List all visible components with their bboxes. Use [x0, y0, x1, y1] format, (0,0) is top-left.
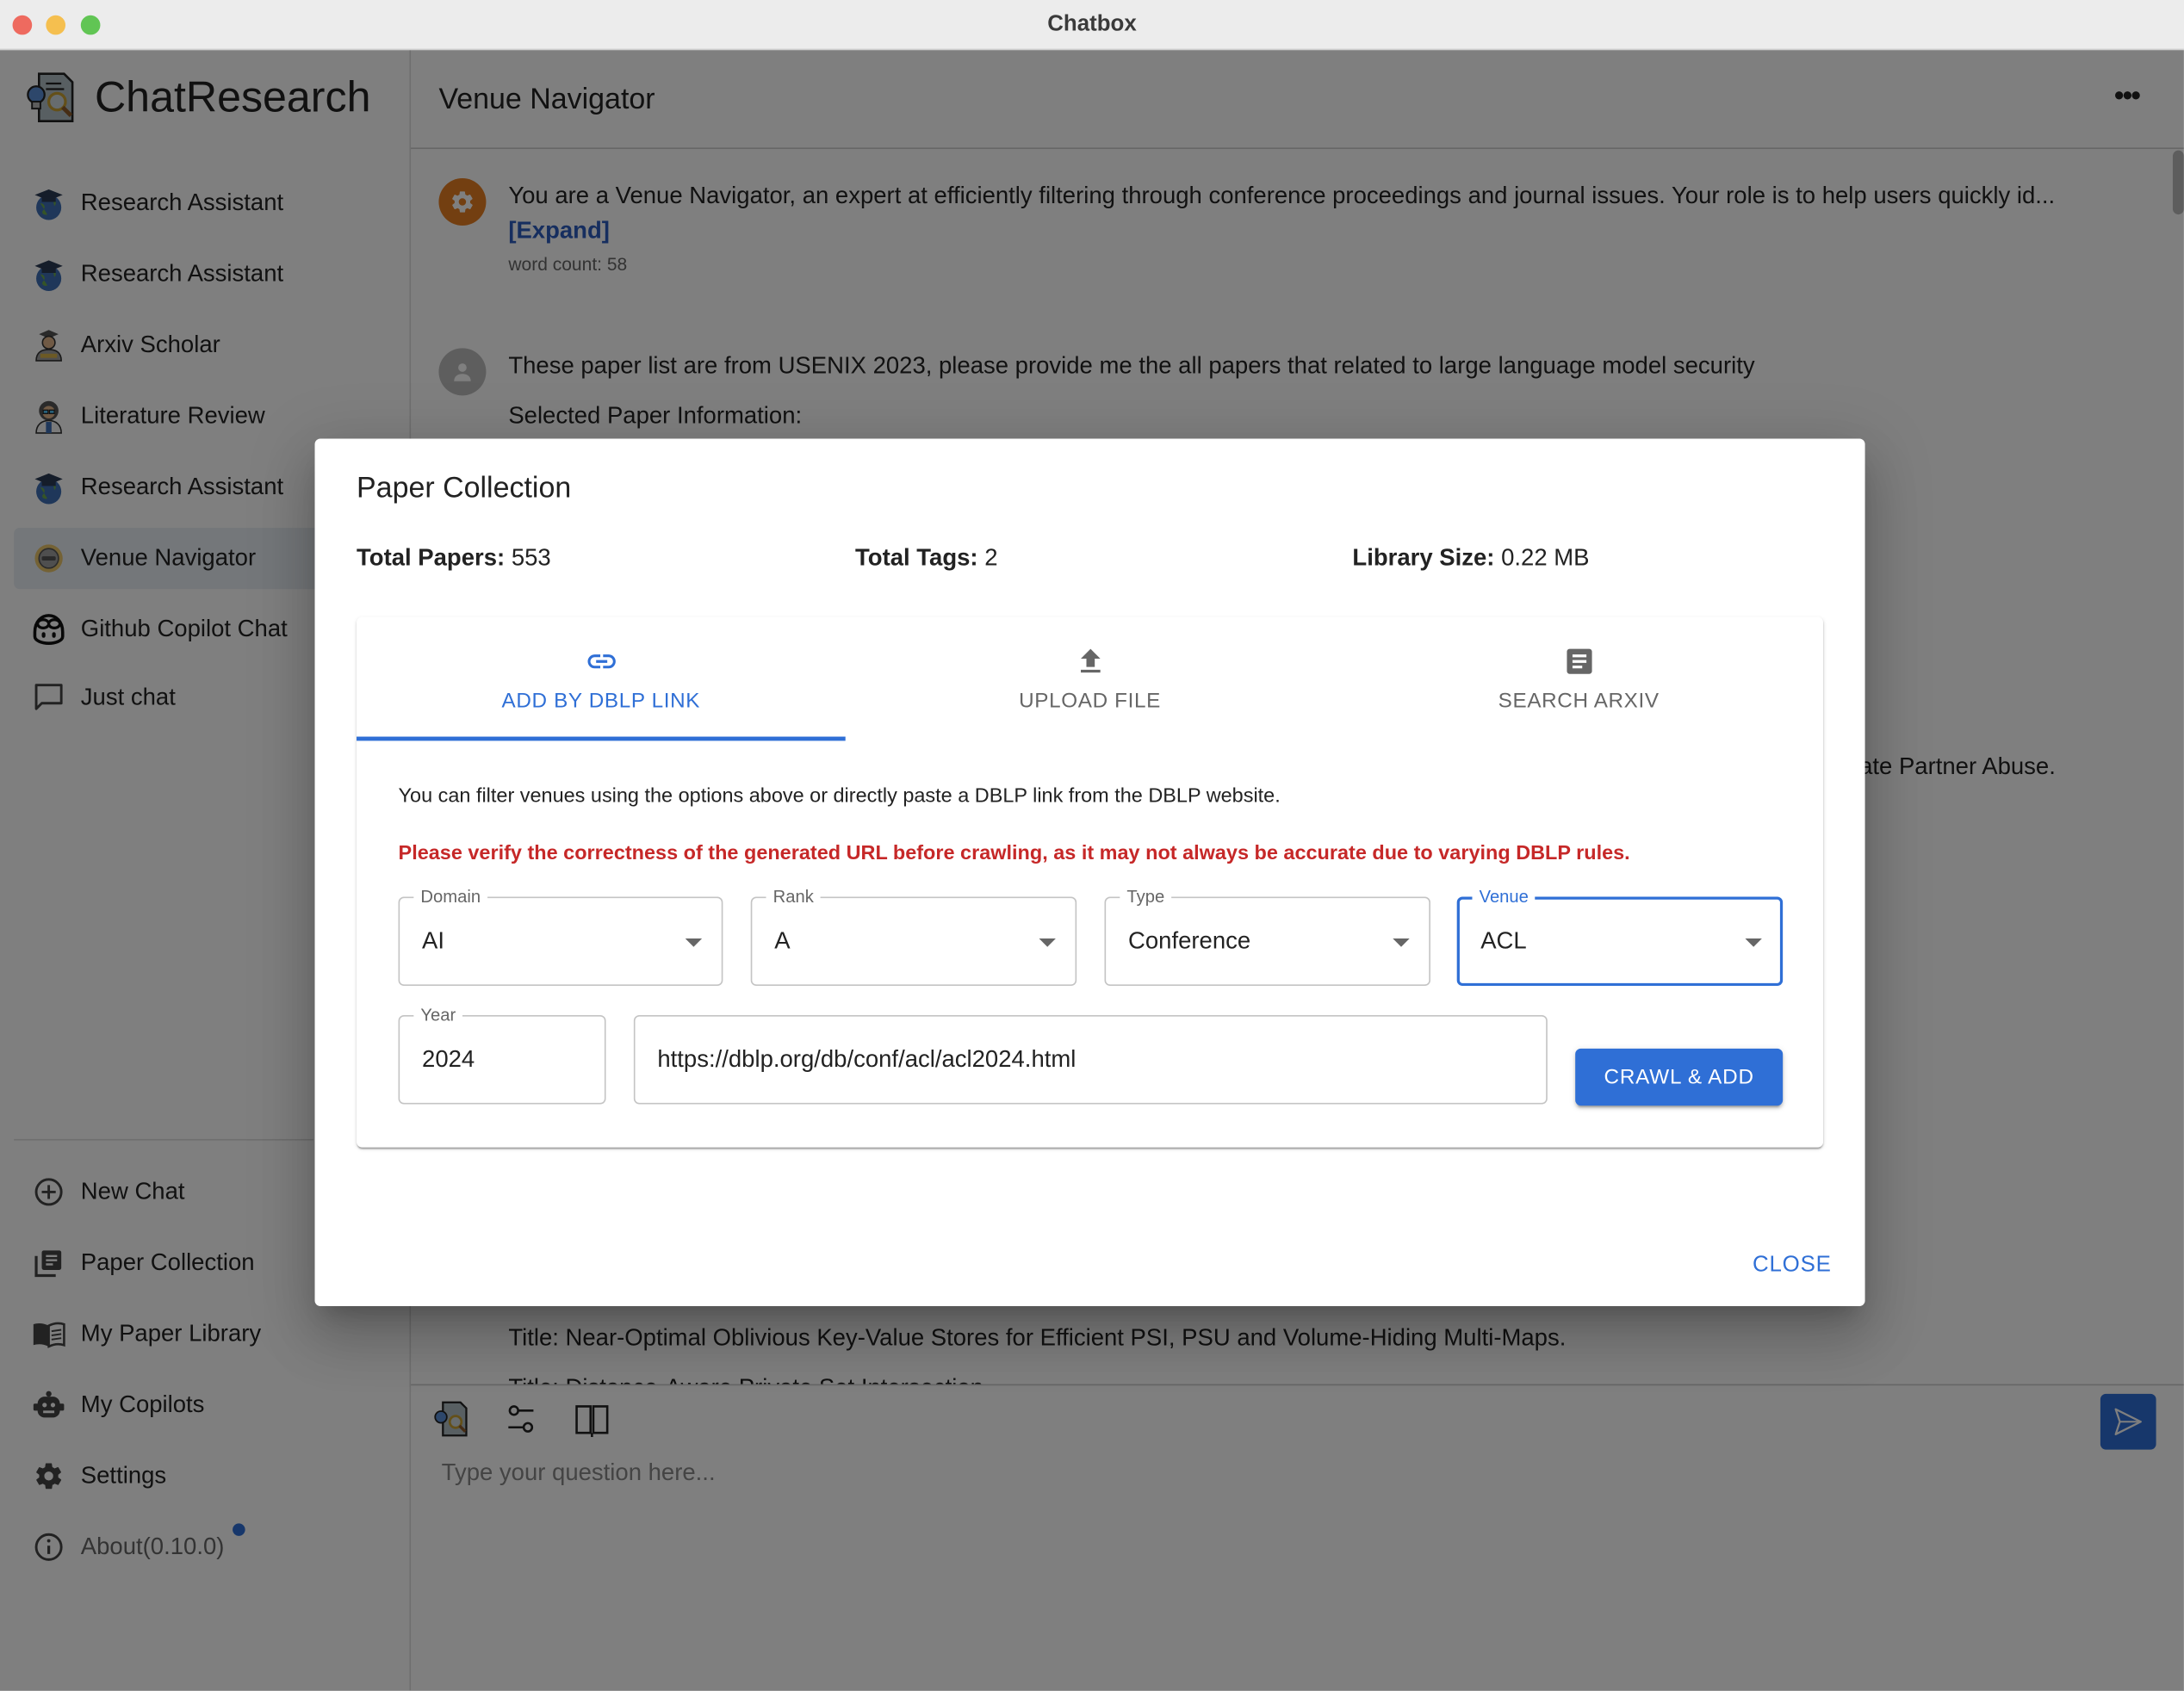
type-value: Conference [1128, 927, 1251, 954]
url-warning-text: Please verify the correctness of the gen… [398, 842, 1630, 865]
stat-total-papers: Total Papers: 553 [357, 544, 551, 572]
rank-label: Rank [766, 885, 821, 908]
tab-bar: ADD BY DBLP LINK UPLOAD FILE SEARCH ARXI… [357, 616, 1823, 739]
stat-label: Total Tags: [855, 544, 978, 572]
active-tab-indicator [357, 736, 846, 741]
dblp-url-value: https://dblp.org/db/conf/acl/acl2024.htm… [657, 1045, 1076, 1073]
app-window: Chatbox ChatResearch [0, 0, 2184, 1691]
year-value: 2024 [422, 1045, 475, 1073]
tab-label: ADD BY DBLP LINK [501, 689, 701, 714]
dblp-hint-text: You can filter venues using the options … [398, 785, 1281, 808]
add-papers-card: ADD BY DBLP LINK UPLOAD FILE SEARCH ARXI… [357, 616, 1824, 1148]
year-input[interactable]: Year 2024 [398, 1004, 606, 1105]
venue-select[interactable]: Venue ACL [1456, 885, 1784, 987]
dialog-title: Paper Collection [357, 472, 572, 505]
stat-value: 2 [984, 544, 998, 572]
stat-value: 553 [511, 544, 551, 572]
chevron-down-icon [1039, 938, 1056, 947]
tab-upload-file[interactable]: UPLOAD FILE [846, 616, 1335, 739]
stat-value: 0.22 MB [1501, 544, 1590, 572]
article-icon [1566, 648, 1591, 674]
chevron-down-icon [1745, 938, 1762, 947]
tab-label: SEARCH ARXIV [1498, 689, 1660, 714]
window-titlebar: Chatbox [0, 0, 2184, 51]
paper-collection-dialog: Paper Collection Total Papers: 553 Total… [314, 438, 1865, 1307]
upload-icon [1080, 648, 1100, 673]
domain-label: Domain [413, 885, 488, 908]
stat-total-tags: Total Tags: 2 [855, 544, 998, 572]
rank-value: A [774, 927, 791, 954]
year-label: Year [413, 1004, 463, 1026]
tab-search-arxiv[interactable]: SEARCH ARXIV [1334, 616, 1823, 739]
tab-label: UPLOAD FILE [1019, 689, 1161, 714]
stat-label: Total Papers: [357, 544, 506, 572]
venue-value: ACL [1480, 927, 1527, 954]
dblp-url-input[interactable]: https://dblp.org/db/conf/acl/acl2024.htm… [633, 1015, 1548, 1105]
venue-label: Venue [1472, 885, 1536, 908]
domain-select[interactable]: Domain AI [398, 885, 723, 987]
stat-label: Library Size: [1352, 544, 1495, 572]
crawl-and-add-button[interactable]: CRAWL & ADD [1575, 1048, 1784, 1106]
chevron-down-icon [1393, 938, 1410, 947]
domain-value: AI [422, 927, 445, 954]
tab-add-by-dblp-link[interactable]: ADD BY DBLP LINK [357, 616, 846, 739]
chevron-down-icon [685, 938, 703, 947]
type-label: Type [1120, 885, 1172, 908]
link-icon [586, 654, 616, 669]
stat-library-size: Library Size: 0.22 MB [1352, 544, 1589, 572]
window-title: Chatbox [1047, 12, 1137, 37]
rank-select[interactable]: Rank A [750, 885, 1077, 987]
type-select[interactable]: Type Conference [1104, 885, 1430, 987]
close-dialog-button[interactable]: CLOSE [1753, 1254, 1832, 1279]
